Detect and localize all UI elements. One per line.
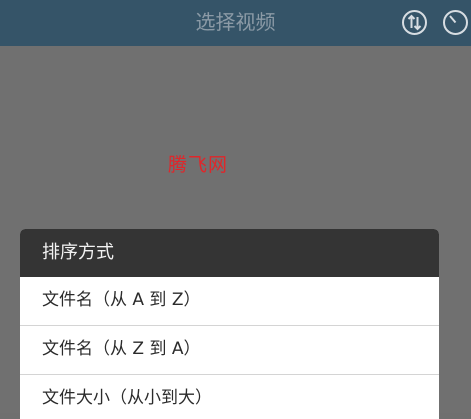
timer-button[interactable] (442, 9, 469, 36)
app-header: 选择视频 (0, 0, 471, 46)
watermark-text: 腾飞网 (167, 154, 228, 176)
sort-button[interactable] (401, 9, 428, 36)
clock-icon (443, 10, 468, 35)
sort-option-size-asc[interactable]: 文件大小（从小到大） (20, 375, 439, 419)
sort-dialog: 排序方式 文件名（从 A 到 Z） 文件名（从 Z 到 A） 文件大小（从小到大… (20, 229, 439, 419)
sort-arrows-icon (402, 10, 427, 35)
sort-option-name-asc[interactable]: 文件名（从 A 到 Z） (20, 277, 439, 326)
dialog-title: 排序方式 (20, 229, 439, 277)
sort-option-name-desc[interactable]: 文件名（从 Z 到 A） (20, 326, 439, 375)
